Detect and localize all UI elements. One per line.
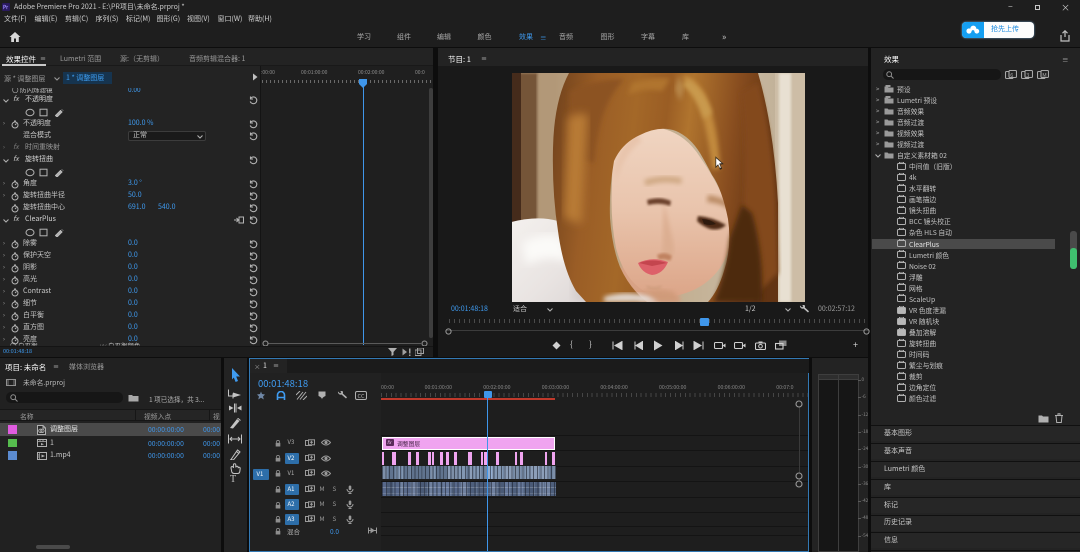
svg-text:M: M [1042,70,1046,78]
svg-text:CC: CC [358,392,366,400]
svg-text:6: 6 [1010,70,1013,78]
svg-text:3: 3 [1026,70,1029,78]
